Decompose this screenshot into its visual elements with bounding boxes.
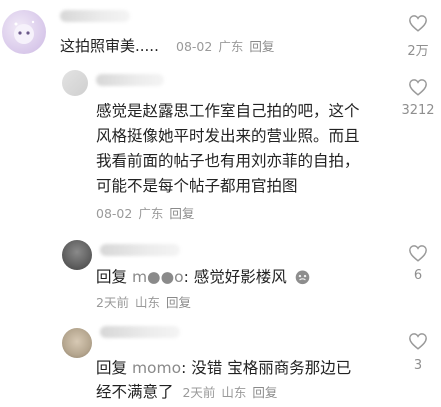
reply-button[interactable]: 回复 [169, 206, 194, 221]
reply-button[interactable]: 回复 [249, 39, 274, 54]
avatar[interactable] [2, 10, 46, 54]
mentioned-user[interactable]: momo [132, 359, 181, 377]
comment-line-2: 经不满意了 2天前 山东 回复 [96, 383, 278, 401]
heart-icon[interactable] [408, 14, 428, 32]
mentioned-user[interactable]: m●●o [132, 268, 184, 286]
like-count: 3 [413, 358, 423, 373]
like-count: 6 [413, 268, 423, 283]
comment-text: 这拍照审美..... [60, 37, 159, 55]
comment-line-1: 回复 momo: 没错 宝格丽商务那边已 [96, 359, 352, 377]
heart-icon[interactable] [408, 244, 428, 262]
comment-meta: 2天前 山东 回复 [96, 295, 191, 310]
heart-icon[interactable] [408, 332, 428, 350]
avatar[interactable] [62, 328, 92, 358]
emoji-icon [295, 270, 309, 285]
comment-line-1: 感觉是赵露思工作室自己拍的吧，这个 [96, 102, 360, 120]
username[interactable] [100, 244, 180, 256]
comment-meta: 08-02 广东 回复 [96, 206, 195, 221]
like-count: 2万 [407, 44, 429, 59]
comment-line-3: 我看前面的帖子也有用刘亦菲的自拍， [96, 152, 360, 170]
comment-text: 回复 m●●o: 感觉好影楼风 [96, 266, 311, 288]
reply-button[interactable]: 回复 [166, 295, 191, 310]
comment-line-4: 可能不是每个帖子都用官拍图 [96, 177, 298, 195]
comment-meta: 08-02 广东 回复 [176, 39, 275, 54]
reply-button[interactable]: 回复 [252, 385, 277, 400]
username[interactable] [100, 326, 180, 338]
heart-icon[interactable] [408, 78, 428, 96]
comment-line-2: 风格挺像她平时发出来的营业照。而且 [96, 127, 360, 145]
avatar[interactable] [62, 240, 92, 270]
username[interactable] [96, 74, 164, 86]
username[interactable] [60, 10, 130, 22]
avatar[interactable] [62, 70, 88, 96]
like-count: 3212 [401, 103, 435, 118]
